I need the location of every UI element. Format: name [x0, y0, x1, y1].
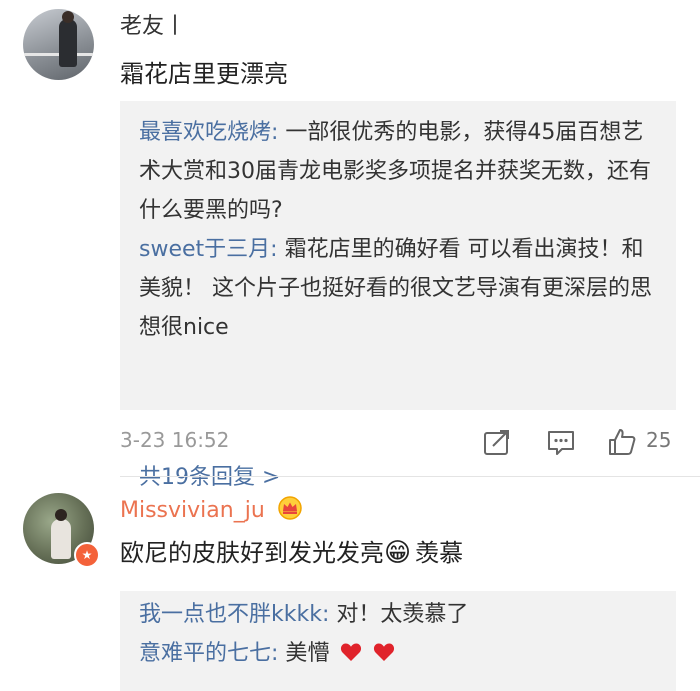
- heart-icon: [374, 643, 395, 661]
- like-icon[interactable]: [606, 426, 638, 458]
- vip-badge-icon: ★: [74, 542, 100, 568]
- reply-author[interactable]: sweet于三月: [139, 237, 270, 262]
- crown-icon: [278, 496, 302, 520]
- grin-emoji-icon: 😁: [384, 538, 412, 568]
- divider: [120, 476, 700, 477]
- comment-icon[interactable]: [545, 426, 577, 458]
- reply-item[interactable]: sweet于三月: 霜花店里的确好看 可以看出演技！和美貌！ 这个片子也挺好看的…: [139, 230, 662, 347]
- share-icon[interactable]: [481, 426, 513, 458]
- heart-icon: [341, 643, 362, 661]
- comment-text: 霜花店里更漂亮: [120, 60, 288, 88]
- reply-item[interactable]: 最喜欢吃烧烤: 一部很优秀的电影，获得45届百想艺术大赏和30届青龙电影奖多项提…: [139, 113, 662, 230]
- reply-author[interactable]: 我一点也不胖kkkk: [139, 602, 322, 627]
- reply-box: 最喜欢吃烧烤: 一部很优秀的电影，获得45届百想艺术大赏和30届青龙电影奖多项提…: [120, 101, 676, 490]
- reply-box: 我一点也不胖kkkk: 对！太羡慕了 意难平的七七: 美懵: [120, 591, 676, 691]
- reply-item[interactable]: 意难平的七七: 美懵: [139, 634, 662, 673]
- reply-text: 对！太羡慕了: [336, 602, 469, 627]
- more-replies-link[interactable]: 共19条回复 >: [139, 459, 280, 491]
- username[interactable]: Missvivian_ju: [120, 496, 302, 526]
- timestamp: 3-23 16:52: [120, 428, 230, 452]
- reply-author[interactable]: 意难平的七七: [139, 641, 271, 666]
- reply-text: 美懵: [285, 641, 330, 666]
- reply-author[interactable]: 最喜欢吃烧烤: [139, 120, 271, 145]
- username[interactable]: 老友丨: [120, 12, 186, 42]
- comment-text: 欧尼的皮肤好到发光发亮😁 羡慕: [120, 538, 464, 568]
- like-count: 25: [646, 428, 672, 452]
- reply-item[interactable]: 我一点也不胖kkkk: 对！太羡慕了: [139, 595, 662, 634]
- avatar[interactable]: [23, 9, 94, 80]
